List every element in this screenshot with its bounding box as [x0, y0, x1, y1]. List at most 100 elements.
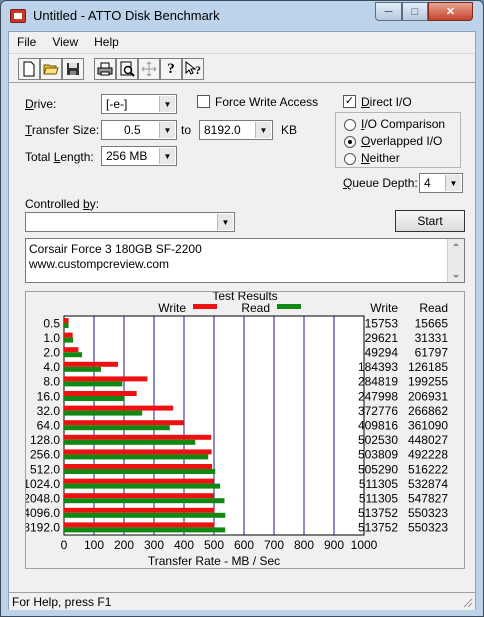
write-bar	[64, 522, 215, 528]
title-bar[interactable]: Untitled - ATTO Disk Benchmark ─ □ ✕	[1, 1, 483, 31]
transfer-from-select[interactable]: 0.5 ▼	[101, 120, 177, 140]
y-tick-label: 0.5	[43, 316, 60, 330]
print-button[interactable]	[94, 58, 116, 80]
resize-grip-icon[interactable]	[461, 596, 473, 608]
read-bar	[64, 483, 221, 489]
read-column-header: Read	[419, 301, 448, 315]
memo-scrollbar[interactable]	[447, 239, 464, 282]
close-button[interactable]: ✕	[428, 2, 473, 21]
legend-read-swatch	[277, 304, 301, 309]
transfer-to-select[interactable]: 8192.0 ▼	[199, 120, 273, 140]
new-icon	[23, 61, 35, 77]
write-bar	[64, 420, 185, 426]
read-bar	[64, 366, 101, 372]
drive-select[interactable]: [-e-] ▼	[101, 94, 177, 114]
overlapped-io-radio[interactable]	[344, 136, 356, 148]
drive-value: [-e-]	[106, 97, 128, 111]
save-button[interactable]	[62, 58, 84, 80]
neither-label: Neither	[361, 151, 400, 165]
read-bar	[64, 381, 123, 387]
results-chart: Test Results0 100 200 300 400 500 600 700 800 900…	[26, 292, 449, 568]
context-help-button[interactable]: ?	[182, 58, 204, 80]
transfer-from-value: 0.5	[124, 123, 141, 137]
force-write-checkbox[interactable]	[197, 95, 210, 108]
read-value-label: 61797	[415, 346, 449, 360]
drive-label: Drive:	[25, 97, 57, 111]
toolbar: ? ?	[9, 53, 475, 83]
write-bar	[64, 318, 69, 323]
direct-io-label: Direct I/O	[361, 95, 412, 109]
test-results-group: Test Results 0 100 200 300 400 500 600 700 800 900…	[25, 291, 465, 569]
chevron-down-icon[interactable]: ▼	[255, 122, 271, 138]
neither-radio[interactable]	[344, 153, 356, 165]
chevron-down-icon[interactable]: ▼	[159, 96, 175, 112]
read-bar	[64, 454, 209, 460]
read-bar	[64, 396, 125, 401]
read-value-label: 448027	[408, 433, 448, 447]
status-bar: For Help, press F1	[9, 592, 475, 610]
open-button[interactable]	[40, 58, 62, 80]
read-value-label: 547827	[408, 492, 448, 506]
x-tick-label: 1000	[351, 538, 378, 552]
legend-write-label: Write	[158, 301, 186, 315]
controlled-by-select[interactable]: ▼	[25, 212, 235, 232]
x-tick-label: 800	[294, 538, 314, 552]
write-bar	[64, 507, 215, 513]
read-value-label: 550323	[408, 506, 448, 520]
close-icon: ✕	[445, 6, 456, 18]
write-column-header: Write	[370, 301, 398, 315]
menu-help[interactable]: Help	[86, 35, 127, 49]
queue-depth-label: Queue Depth:	[343, 176, 418, 190]
context-help-icon: ?	[185, 61, 201, 77]
print-preview-button[interactable]	[116, 58, 138, 80]
total-length-value: 256 MB	[106, 149, 148, 163]
transfer-to-value: 8192.0	[204, 123, 241, 137]
y-tick-label: 256.0	[30, 448, 60, 462]
y-tick-label: 2048.0	[26, 492, 60, 506]
save-icon	[67, 63, 79, 75]
maximize-icon: □	[411, 5, 419, 18]
chevron-down-icon[interactable]: ▼	[159, 148, 175, 164]
menu-file[interactable]: File	[9, 35, 44, 49]
start-button[interactable]: Start	[395, 210, 465, 232]
menu-view[interactable]: View	[44, 35, 86, 49]
queue-depth-select[interactable]: 4 ▼	[419, 173, 463, 193]
write-value-label: 505290	[358, 462, 398, 476]
total-length-select[interactable]: 256 MB ▼	[101, 146, 177, 166]
move-button[interactable]	[138, 58, 160, 80]
minimize-button[interactable]: ─	[375, 2, 402, 21]
app-icon[interactable]	[10, 9, 26, 23]
x-axis-label: Transfer Rate - MB / Sec	[148, 554, 280, 568]
controlled-by-label: Controlled by:	[25, 197, 100, 211]
write-value-label: 284819	[358, 375, 398, 389]
chevron-down-icon[interactable]: ▼	[217, 214, 233, 230]
y-tick-label: 32.0	[37, 404, 61, 418]
chevron-down-icon[interactable]: ▼	[445, 175, 461, 191]
write-value-label: 513752	[358, 521, 398, 535]
client-area: File View Help ? ? Drive: [-e-] ▼ Force …	[8, 31, 476, 610]
direct-io-checkbox[interactable]: ✓	[343, 95, 356, 108]
new-button[interactable]	[18, 58, 40, 80]
read-bar	[64, 498, 225, 504]
svg-text:?: ?	[195, 63, 201, 77]
maximize-button[interactable]: □	[402, 2, 428, 21]
y-tick-label: 2.0	[43, 346, 60, 360]
x-tick-label: 700	[264, 538, 284, 552]
memo-line-2: www.custompcreview.com	[29, 257, 170, 271]
y-tick-label: 512.0	[30, 462, 60, 476]
read-value-label: 126185	[408, 360, 448, 374]
io-comparison-radio[interactable]	[344, 119, 356, 131]
x-tick-label: 500	[204, 538, 224, 552]
description-memo[interactable]: Corsair Force 3 180GB SF-2200 www.custom…	[25, 238, 465, 283]
move-icon	[141, 61, 157, 77]
menu-bar: File View Help	[9, 32, 475, 52]
chevron-down-icon[interactable]: ▼	[159, 122, 175, 138]
write-bar	[64, 478, 214, 484]
scroll-arrows-icon	[453, 243, 459, 278]
help-icon: ?	[167, 60, 175, 77]
x-tick-label: 400	[174, 538, 194, 552]
help-button[interactable]: ?	[160, 58, 182, 80]
to-label: to	[181, 123, 192, 137]
write-bar	[64, 376, 148, 382]
force-write-label: Force Write Access	[215, 95, 319, 109]
